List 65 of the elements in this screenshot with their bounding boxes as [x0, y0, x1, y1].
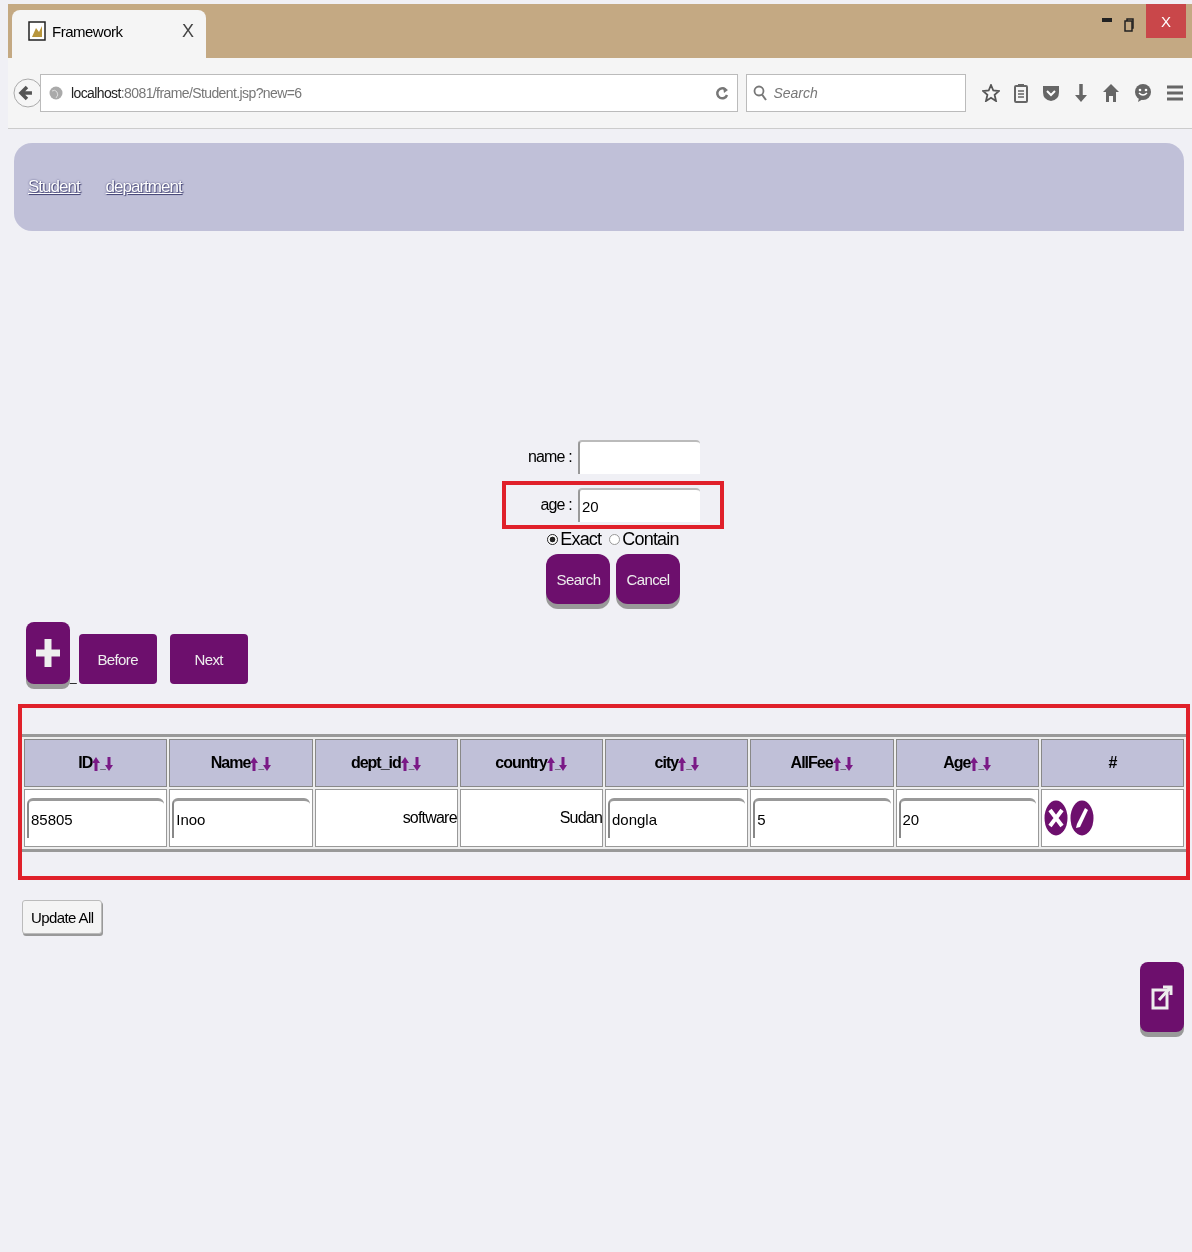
picture-icon [28, 21, 46, 41]
url-text: localhost:8081/frame/Student.jsp?new=6 [70, 85, 302, 101]
radio-option[interactable]: Exact [547, 529, 602, 550]
home-icon[interactable] [1102, 83, 1120, 103]
chat-icon[interactable] [1134, 83, 1152, 103]
sort-up-icon[interactable] [678, 756, 687, 771]
cell-input[interactable]: dongla [608, 798, 746, 838]
sort-up-icon[interactable] [250, 756, 259, 771]
search-icon [753, 85, 768, 101]
sort-down-icon[interactable] [262, 756, 271, 771]
sort-down-icon[interactable] [559, 756, 568, 771]
sort-up-icon[interactable] [546, 756, 555, 771]
table-cell[interactable]: 20 [895, 789, 1039, 847]
download-icon[interactable] [1074, 83, 1088, 103]
pencil-icon[interactable] [1069, 800, 1094, 836]
search-field[interactable]: Search [746, 74, 966, 112]
column-header[interactable]: city _ [605, 739, 749, 787]
column-header[interactable]: # [1040, 739, 1184, 787]
shield-icon[interactable] [1042, 84, 1060, 102]
star-icon[interactable] [982, 84, 1000, 102]
table-cell[interactable]: Inoo [169, 789, 313, 847]
field-label: name : [526, 448, 572, 466]
sort-up-icon[interactable] [832, 756, 841, 771]
cell-input[interactable]: 85805 [27, 798, 165, 838]
table-cell[interactable]: 5 [750, 789, 894, 847]
column-header[interactable]: country _ [459, 739, 603, 787]
column-header[interactable]: ID _ [24, 739, 168, 787]
browser-tab[interactable]: Framework X [12, 10, 206, 58]
close-button[interactable]: X [1146, 4, 1186, 38]
pager-button[interactable]: Before [78, 634, 157, 684]
field-label: age : [539, 496, 572, 514]
table-cell[interactable]: dongla [605, 789, 749, 847]
radio-option[interactable]: Contain [609, 529, 679, 550]
cell-input[interactable]: Inoo [172, 798, 310, 838]
sort-down-icon[interactable] [845, 756, 854, 771]
sort-down-icon[interactable] [104, 756, 113, 771]
sort-down-icon[interactable] [690, 756, 699, 771]
column-header[interactable]: AllFee _ [750, 739, 894, 787]
pager-button[interactable]: Next [169, 634, 248, 684]
table-cell: software [314, 789, 458, 847]
cell-input[interactable]: 5 [753, 798, 891, 838]
clipboard-icon[interactable] [1014, 83, 1028, 103]
menu-icon[interactable] [1166, 84, 1184, 102]
reload-icon[interactable] [715, 85, 730, 101]
column-header[interactable]: dept_id _ [314, 739, 458, 787]
input-field[interactable] [578, 440, 700, 474]
sort-up-icon[interactable] [92, 756, 101, 771]
sort-up-icon[interactable] [400, 756, 409, 771]
input-field[interactable]: 20 [578, 488, 700, 522]
table-cell[interactable]: 85805 [24, 789, 168, 847]
column-header[interactable]: Age _ [895, 739, 1039, 787]
globe-icon [48, 86, 63, 100]
update-all-button[interactable]: Update All [22, 900, 103, 934]
table-cell: Sudan [459, 789, 603, 847]
underscore-text: _ [70, 670, 77, 684]
tab-title: Framework [52, 22, 124, 40]
sort-up-icon[interactable] [970, 756, 979, 771]
restore-icon[interactable] [1124, 18, 1134, 32]
delete-icon[interactable] [1043, 800, 1068, 836]
column-header[interactable]: Name _ [169, 739, 313, 787]
tab-close-button[interactable]: X [182, 20, 194, 42]
address-bar[interactable]: localhost:8081/frame/Student.jsp?new=6 [39, 74, 739, 112]
sort-down-icon[interactable] [413, 756, 422, 771]
sort-down-icon[interactable] [983, 756, 991, 771]
cell-input[interactable]: 20 [898, 798, 1036, 838]
